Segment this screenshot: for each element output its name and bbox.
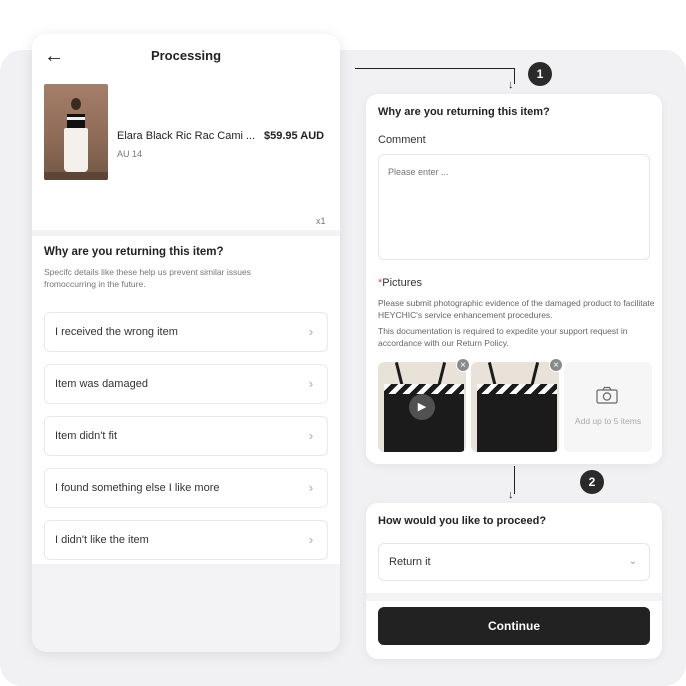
reason-label: I received the wrong item bbox=[55, 326, 178, 338]
chevron-right-icon: › bbox=[308, 480, 314, 495]
play-icon[interactable]: ▶ bbox=[409, 394, 435, 420]
selected-option: Return it bbox=[389, 556, 431, 568]
reason-option-didnt-fit[interactable]: Item didn't fit › bbox=[44, 416, 328, 456]
reason-label: I found something else I like more bbox=[55, 482, 220, 494]
reasons-title: Why are you returning this item? bbox=[44, 246, 224, 258]
product-name: Elara Black Ric Rac Cami ... bbox=[117, 130, 256, 142]
card-title: Why are you returning this item? bbox=[378, 106, 550, 118]
flow-connector bbox=[355, 68, 515, 69]
add-photo-label: Add up to 5 items bbox=[574, 416, 642, 426]
product-image bbox=[44, 84, 108, 180]
uploaded-video-thumbnail[interactable]: ▶ bbox=[378, 362, 466, 452]
divider bbox=[366, 593, 662, 601]
product-card: Elara Black Ric Rac Cami ... $59.95 AUD … bbox=[32, 78, 340, 230]
continue-button[interactable]: Continue bbox=[378, 607, 650, 645]
step-badge-2: 2 bbox=[580, 470, 604, 494]
arrow-down-icon: ↓ bbox=[508, 489, 514, 501]
reason-option-didnt-like[interactable]: I didn't like the item › bbox=[44, 520, 328, 560]
pictures-policy-note: This documentation is required to expedi… bbox=[378, 326, 628, 348]
chevron-down-icon: ⌄ bbox=[628, 556, 638, 567]
flow-connector bbox=[514, 466, 515, 494]
pictures-label: *Pictures bbox=[378, 277, 422, 289]
proceed-option-select[interactable]: Return it ⌄ bbox=[378, 543, 650, 581]
pictures-label-text: Pictures bbox=[382, 277, 423, 289]
return-detail-card: Why are you returning this item? Comment… bbox=[366, 94, 662, 464]
reason-label: Item didn't fit bbox=[55, 430, 118, 442]
uploaded-photo-thumbnail[interactable] bbox=[471, 362, 559, 452]
chevron-right-icon: › bbox=[308, 428, 314, 443]
camera-icon bbox=[596, 386, 618, 404]
product-price: $59.95 AUD bbox=[264, 130, 325, 142]
screen-header: ← Processing bbox=[32, 34, 340, 78]
flow-connector bbox=[514, 68, 515, 84]
reason-option-damaged[interactable]: Item was damaged › bbox=[44, 364, 328, 404]
product-quantity: x1 bbox=[316, 216, 326, 226]
proceed-card: How would you like to proceed? Return it… bbox=[366, 503, 662, 659]
reason-option-found-else[interactable]: I found something else I like more › bbox=[44, 468, 328, 508]
reason-label: I didn't like the item bbox=[55, 534, 149, 546]
chevron-right-icon: › bbox=[308, 532, 314, 547]
add-photo-button[interactable]: Add up to 5 items bbox=[564, 362, 652, 452]
remove-icon[interactable]: × bbox=[456, 358, 470, 372]
chevron-right-icon: › bbox=[308, 324, 314, 339]
chevron-right-icon: › bbox=[308, 376, 314, 391]
return-reason-screen: ← Processing Elara Black Ric Rac Cami ..… bbox=[32, 34, 340, 652]
product-size: AU 14 bbox=[117, 149, 143, 159]
page-title: Processing bbox=[150, 48, 222, 63]
reasons-description: Specifc details like these help us preve… bbox=[44, 267, 251, 289]
step-badge-1: 1 bbox=[528, 62, 552, 86]
remove-icon[interactable]: × bbox=[549, 358, 563, 372]
arrow-down-icon: ↓ bbox=[508, 79, 514, 91]
reason-label: Item was damaged bbox=[55, 378, 148, 390]
comment-label: Comment bbox=[378, 134, 426, 146]
return-reasons-section: Why are you returning this item? Specifc… bbox=[32, 230, 340, 564]
proceed-title: How would you like to proceed? bbox=[378, 515, 547, 527]
comment-input[interactable] bbox=[378, 154, 650, 260]
pictures-description: Please submit photographic evidence of t… bbox=[378, 298, 655, 320]
reason-option-wrong-item[interactable]: I received the wrong item › bbox=[44, 312, 328, 352]
